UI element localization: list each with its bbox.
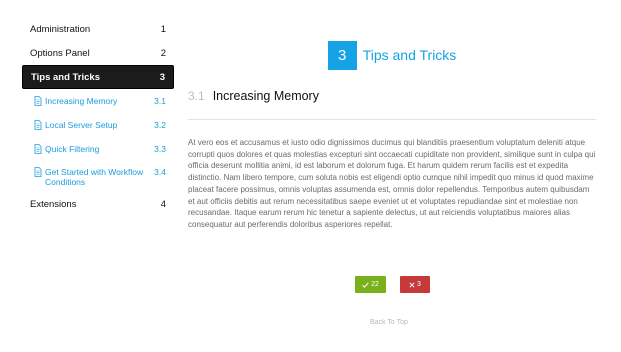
vote-up-button[interactable]: 22 bbox=[355, 276, 386, 293]
subitem-number: 3.4 bbox=[154, 167, 166, 177]
subitem-workflow-conditions[interactable]: Get Started with Workflow Conditions 3.4 bbox=[26, 167, 174, 189]
subitem-number: 3.2 bbox=[154, 120, 166, 130]
subitem-list: Increasing Memory 3.1 Local Server Setup… bbox=[22, 96, 174, 189]
subitem-label: Get Started with Workflow Conditions bbox=[45, 167, 144, 187]
section-header: 3.1 Increasing Memory bbox=[188, 89, 596, 103]
section-number: 3.1 bbox=[188, 89, 205, 103]
sidebar: Administration 1 Options Panel 2 Tips an… bbox=[22, 17, 174, 216]
nav-item-number: 4 bbox=[160, 198, 166, 210]
article-body: At vero eos et accusamus et iusto odio d… bbox=[188, 138, 596, 229]
subitem-quick-filtering[interactable]: Quick Filtering 3.3 bbox=[26, 144, 174, 160]
vote-down-button[interactable]: 3 bbox=[400, 276, 430, 293]
document-icon bbox=[34, 167, 42, 177]
vote-buttons: 22 3 bbox=[355, 276, 430, 293]
nav-item-label: Extensions bbox=[30, 198, 77, 210]
subitem-local-server-setup[interactable]: Local Server Setup 3.2 bbox=[26, 120, 174, 136]
document-icon bbox=[34, 96, 42, 106]
nav-item-number: 3 bbox=[159, 71, 165, 83]
nav-item-extensions[interactable]: Extensions 4 bbox=[22, 192, 174, 216]
nav-item-tips-and-tricks[interactable]: Tips and Tricks 3 bbox=[22, 65, 174, 89]
nav-item-number: 1 bbox=[160, 23, 166, 35]
nav-item-options-panel[interactable]: Options Panel 2 bbox=[22, 41, 174, 65]
subitem-number: 3.3 bbox=[154, 144, 166, 154]
nav-item-label: Tips and Tricks bbox=[31, 71, 100, 83]
section-title: Increasing Memory bbox=[212, 89, 319, 103]
chapter-header: 3 Tips and Tricks bbox=[188, 40, 596, 70]
document-icon bbox=[34, 120, 42, 130]
back-to-top-link[interactable]: Back To Top bbox=[370, 319, 408, 326]
chapter-title: Tips and Tricks bbox=[362, 47, 457, 63]
vote-up-count: 22 bbox=[371, 281, 379, 288]
nav-item-label: Administration bbox=[30, 23, 91, 35]
subitem-label: Local Server Setup bbox=[45, 120, 118, 130]
nav-item-administration[interactable]: Administration 1 bbox=[22, 17, 174, 41]
subitem-increasing-memory[interactable]: Increasing Memory 3.1 bbox=[26, 96, 174, 112]
nav-item-label: Options Panel bbox=[30, 47, 90, 59]
x-icon bbox=[409, 281, 415, 288]
chapter-number-badge: 3 bbox=[327, 40, 357, 70]
subitem-number: 3.1 bbox=[154, 96, 166, 106]
divider bbox=[188, 119, 596, 120]
vote-down-count: 3 bbox=[417, 281, 421, 288]
check-icon bbox=[362, 281, 369, 288]
main-content: 3 Tips and Tricks 3.1 Increasing Memory … bbox=[188, 40, 596, 239]
subitem-label: Increasing Memory bbox=[45, 96, 118, 106]
nav-item-number: 2 bbox=[160, 47, 166, 59]
subitem-label: Quick Filtering bbox=[45, 144, 100, 154]
document-icon bbox=[34, 144, 42, 154]
